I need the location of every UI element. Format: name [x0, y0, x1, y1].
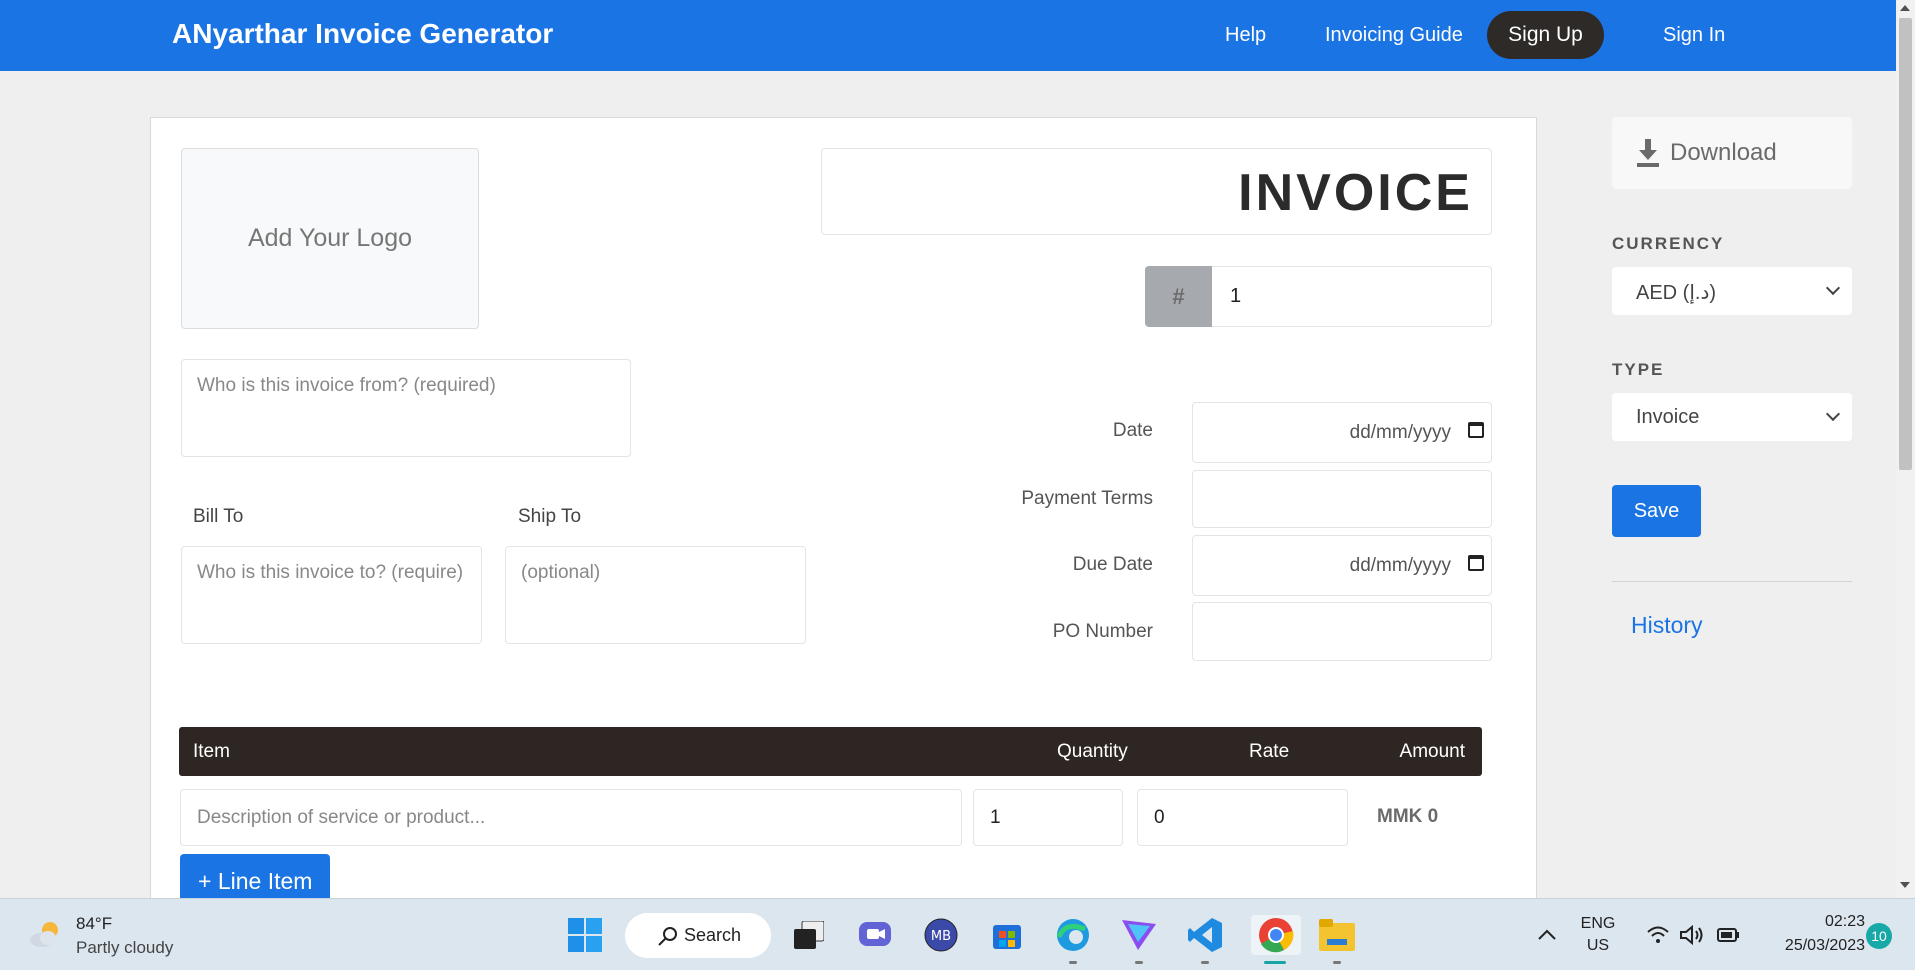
currency-value: AED (د.إ) — [1636, 282, 1717, 304]
sidebar-divider — [1612, 581, 1852, 582]
calendar-icon[interactable] — [1468, 422, 1484, 438]
invoice-title-field[interactable]: INVOICE — [821, 148, 1492, 235]
bill-to-label: Bill To — [193, 506, 244, 527]
volume-icon[interactable] — [1672, 915, 1712, 955]
sign-up-button[interactable]: Sign Up — [1487, 11, 1604, 59]
partly-cloudy-icon[interactable] — [28, 916, 64, 952]
running-indicator — [1333, 961, 1341, 964]
save-button[interactable]: Save — [1612, 485, 1701, 537]
running-indicator — [1069, 961, 1077, 964]
chat-icon[interactable] — [855, 915, 895, 955]
language-region[interactable]: US — [1580, 937, 1616, 955]
scroll-thumb[interactable] — [1899, 18, 1912, 470]
task-view-icon[interactable] — [789, 915, 829, 955]
windows-start-icon[interactable] — [565, 915, 605, 955]
date-placeholder: dd/mm/yyyy — [1349, 422, 1451, 443]
calendar-icon[interactable] — [1468, 555, 1484, 571]
top-navbar: ANyarthar Invoice Generator Help Invoici… — [0, 0, 1896, 71]
item-quantity-field[interactable]: 1 — [973, 789, 1123, 846]
history-link[interactable]: History — [1631, 612, 1703, 639]
clock-date[interactable]: 25/03/2023 — [1755, 937, 1865, 955]
item-amount: MMK 0 — [1377, 806, 1439, 827]
running-indicator — [1135, 961, 1143, 964]
chevron-up-icon[interactable] — [1527, 915, 1567, 955]
file-explorer-icon[interactable] — [1317, 915, 1357, 955]
items-table-header: Item Quantity Rate Amount — [179, 727, 1482, 776]
active-indicator — [1264, 961, 1286, 964]
chevron-down-icon — [1825, 280, 1841, 296]
date-label: Date — [1112, 420, 1153, 441]
weather-temperature: 84°F — [76, 914, 113, 933]
item-description-field[interactable]: Description of service or product... — [180, 789, 962, 846]
scroll-down-arrow-icon[interactable] — [1900, 882, 1910, 888]
taskbar-search[interactable]: Search — [625, 913, 771, 958]
invoice-number-prefix: # — [1145, 266, 1212, 327]
bill-to-field[interactable]: Who is this invoice to? (require) — [181, 546, 482, 644]
svg-text:MB: MB — [931, 929, 951, 944]
nav-help-link[interactable]: Help — [1225, 24, 1266, 47]
windows-taskbar: 84°F Partly cloudy Search MB ENG US 02:2… — [0, 898, 1915, 970]
header-rate: Rate — [1249, 741, 1290, 762]
header-item: Item — [193, 741, 230, 762]
invoice-from-field[interactable]: Who is this invoice from? (required) — [181, 359, 631, 457]
type-select[interactable]: Invoice — [1612, 393, 1852, 441]
download-icon — [1637, 139, 1659, 167]
edge-browser-icon[interactable] — [1053, 915, 1093, 955]
currency-select[interactable]: AED (د.إ) — [1612, 267, 1852, 315]
due-date-placeholder: dd/mm/yyyy — [1349, 555, 1451, 576]
search-icon — [658, 927, 677, 946]
microsoft-store-icon[interactable] — [987, 915, 1027, 955]
type-label: TYPE — [1612, 360, 1665, 379]
profile-mb-icon[interactable]: MB — [921, 915, 961, 955]
notification-badge[interactable]: 10 — [1866, 923, 1892, 949]
vpn-app-icon[interactable] — [1119, 915, 1159, 955]
po-number-label: PO Number — [1052, 621, 1153, 642]
download-label: Download — [1670, 139, 1777, 166]
sign-in-link[interactable]: Sign In — [1663, 24, 1725, 47]
running-indicator — [1201, 961, 1209, 964]
chevron-down-icon — [1825, 406, 1841, 422]
vscode-icon[interactable] — [1185, 915, 1225, 955]
payment-terms-field[interactable] — [1192, 470, 1492, 528]
add-logo-dropzone[interactable]: Add Your Logo — [181, 148, 479, 329]
ship-to-field[interactable]: (optional) — [505, 546, 806, 644]
payment-terms-label: Payment Terms — [1021, 488, 1153, 509]
type-value: Invoice — [1636, 406, 1700, 428]
due-date-label: Due Date — [1072, 554, 1153, 575]
language-code[interactable]: ENG — [1580, 915, 1616, 933]
page-scrollbar[interactable] — [1896, 0, 1915, 898]
date-field[interactable]: dd/mm/yyyy — [1192, 402, 1492, 463]
brand-title[interactable]: ANyarthar Invoice Generator — [172, 18, 553, 50]
header-quantity: Quantity — [1057, 741, 1128, 762]
header-amount: Amount — [1399, 741, 1465, 762]
ship-to-label: Ship To — [518, 506, 582, 527]
po-number-field[interactable] — [1192, 602, 1492, 661]
due-date-field[interactable]: dd/mm/yyyy — [1192, 535, 1492, 596]
search-label: Search — [684, 925, 742, 945]
invoice-title: INVOICE — [1238, 164, 1473, 222]
invoice-number-field[interactable]: 1 — [1212, 266, 1492, 327]
download-button[interactable]: Download — [1612, 117, 1852, 189]
scroll-up-arrow-icon[interactable] — [1900, 5, 1910, 11]
chrome-browser-icon[interactable] — [1251, 915, 1301, 955]
battery-icon[interactable] — [1708, 915, 1748, 955]
clock-time[interactable]: 02:23 — [1755, 913, 1865, 931]
nav-invoicing-guide-link[interactable]: Invoicing Guide — [1325, 24, 1463, 47]
currency-label: CURRENCY — [1612, 234, 1725, 253]
item-rate-field[interactable]: 0 — [1137, 789, 1348, 846]
invoice-card: Add Your Logo Who is this invoice from? … — [150, 117, 1537, 907]
weather-description: Partly cloudy — [76, 938, 174, 957]
